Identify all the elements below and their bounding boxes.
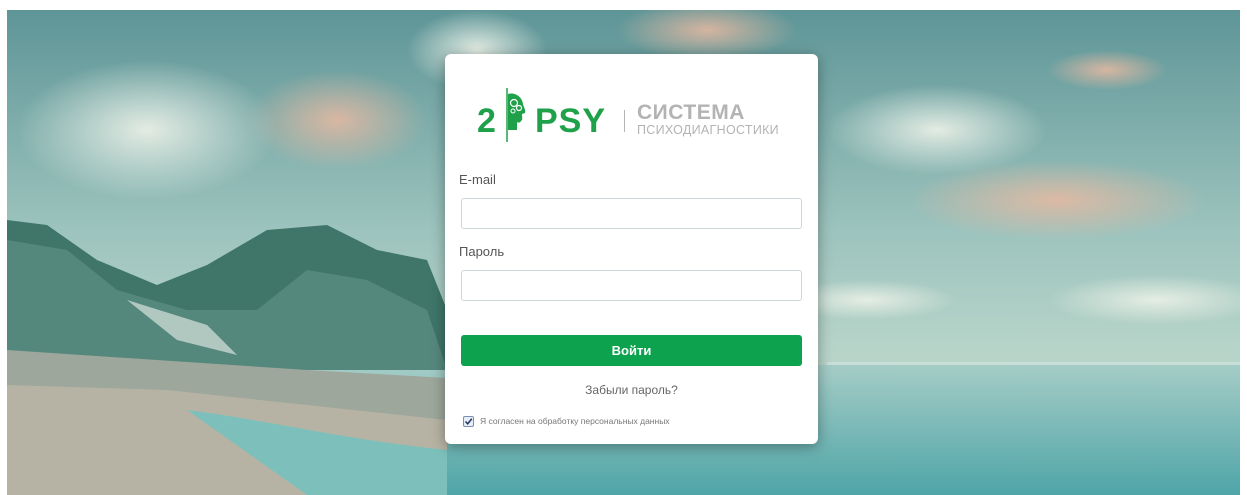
- logo-subtitle: ПСИХОДИАГНОСТИКИ: [637, 123, 779, 137]
- login-card: 2 PSY СИСТЕМА ПСИХОДИАГНОСТИКИ E-mail Па…: [445, 54, 818, 444]
- checkmark-icon: [464, 418, 473, 426]
- logo-separator: [624, 110, 625, 132]
- head-gears-icon: [506, 88, 526, 142]
- email-field[interactable]: [461, 198, 802, 229]
- email-label: E-mail: [459, 172, 496, 187]
- logo-name: PSY: [535, 102, 607, 140]
- logo-title: СИСТЕМА: [637, 101, 745, 124]
- forgot-password-link[interactable]: Забыли пароль?: [445, 383, 818, 397]
- brand-logo: 2 PSY СИСТЕМА ПСИХОДИАГНОСТИКИ: [477, 84, 797, 144]
- password-field[interactable]: [461, 270, 802, 301]
- logo-number: 2: [477, 102, 496, 140]
- consent-checkbox[interactable]: [463, 416, 474, 427]
- password-label: Пароль: [459, 244, 505, 259]
- login-button[interactable]: Войти: [461, 335, 802, 366]
- consent-label[interactable]: Я согласен на обработку персональных дан…: [480, 416, 670, 426]
